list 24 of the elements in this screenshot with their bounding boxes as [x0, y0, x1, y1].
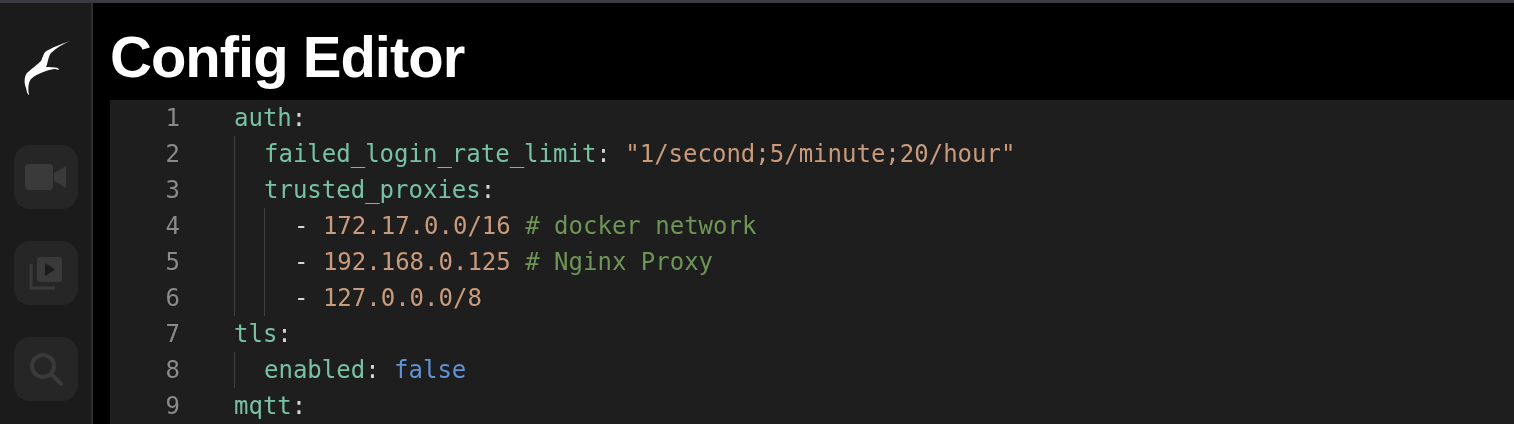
line-number: 3: [164, 175, 180, 206]
code-line: - 192.168.0.125 # Nginx Proxy: [294, 247, 714, 278]
code-line: enabled: false: [264, 355, 467, 386]
line-number: 6: [164, 283, 180, 314]
sidebar-button[interactable]: [13, 241, 78, 305]
code-line: mqtt:: [234, 391, 307, 422]
code-editor[interactable]: 1 auth: 2 failed_login_rate_limit: "1/second;5/minute;20/hour" 3 trusted_proxies: 4 - 172.17.0.0/16 # docker network 5 - 192.168.0.125 # Nginx Proxy 6 - 127.0.0.0/8 7 tls: 8 enabled: false 9 mqtt:: [110, 100, 1514, 424]
line-number: 2: [164, 139, 180, 170]
line-number: 9: [164, 391, 180, 422]
code-line: - 172.17.0.0/16 # docker network: [294, 211, 757, 242]
video-library-icon: [28, 256, 63, 290]
line-number: 8: [164, 355, 180, 386]
code-line: tls:: [234, 319, 292, 350]
line-number: 1: [164, 103, 180, 134]
line-number: 4: [164, 211, 180, 242]
code-line: - 127.0.0.0/8: [294, 283, 482, 314]
sidebar-button[interactable]: [13, 145, 78, 209]
code-line: auth:: [234, 103, 307, 134]
line-number: 5: [164, 247, 180, 278]
line-number: 7: [164, 319, 180, 350]
page-title: Config Editor: [110, 23, 466, 91]
code-line: trusted_proxies:: [264, 175, 496, 206]
code-line: failed_login_rate_limit: "1/second;5/minute;20/hour": [264, 139, 1016, 170]
sidebar-button[interactable]: [13, 337, 78, 401]
